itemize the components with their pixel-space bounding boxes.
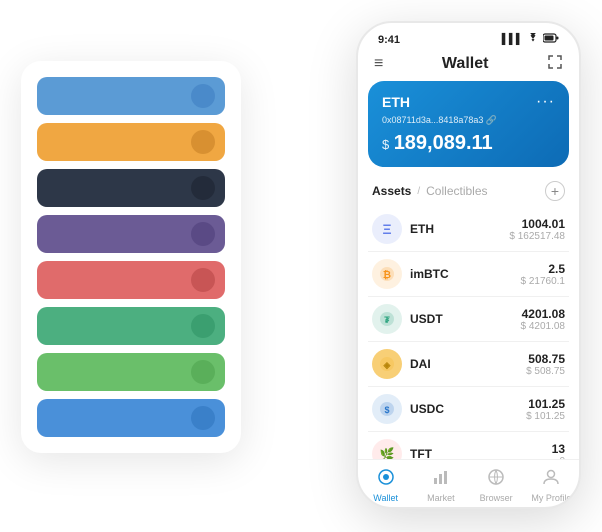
stack-card-6[interactable] xyxy=(37,307,225,345)
eth-card-options[interactable]: ··· xyxy=(536,93,555,111)
browser-nav-icon xyxy=(487,468,505,491)
imbtc-symbol: imBTC xyxy=(410,267,521,281)
status-time: 9:41 xyxy=(378,34,400,46)
svg-text:$: $ xyxy=(384,405,389,415)
tab-separator: / xyxy=(417,186,420,197)
wifi-icon xyxy=(527,33,539,46)
card-dot-6 xyxy=(191,314,215,338)
browser-nav-label: Browser xyxy=(480,493,513,503)
dai-icon: ◈ xyxy=(372,349,402,379)
stack-card-7[interactable] xyxy=(37,353,225,391)
add-icon: + xyxy=(551,183,559,199)
wallet-nav-label: Wallet xyxy=(373,493,398,503)
eth-values: 1004.01 $ 162517.48 xyxy=(509,217,565,242)
eth-balance-prefix: $ xyxy=(382,137,389,152)
asset-row-eth[interactable]: Ξ ETH 1004.01 $ 162517.48 xyxy=(368,207,569,252)
bottom-nav: Wallet Market xyxy=(358,459,579,507)
hamburger-icon[interactable]: ≡ xyxy=(374,55,383,73)
usdc-amount: 101.25 xyxy=(526,397,565,411)
usdt-icon: ₮ xyxy=(372,304,402,334)
status-bar: 9:41 ▌▌▌ xyxy=(358,23,579,50)
asset-row-tft[interactable]: 🌿 TFT 13 0 xyxy=(368,432,569,459)
imbtc-usd: $ 21760.1 xyxy=(521,276,566,287)
usdc-usd: $ 101.25 xyxy=(526,411,565,422)
eth-card[interactable]: ETH ··· 0x08711d3a...8418a78a3 🔗 $ 189,0… xyxy=(368,81,569,167)
card-dot-5 xyxy=(191,268,215,292)
stack-card-5[interactable] xyxy=(37,261,225,299)
eth-icon: Ξ xyxy=(372,214,402,244)
card-dot-3 xyxy=(191,176,215,200)
tft-amount: 13 xyxy=(552,442,565,456)
stack-card-2[interactable] xyxy=(37,123,225,161)
usdt-values: 4201.08 $ 4201.08 xyxy=(521,307,566,332)
usdc-values: 101.25 $ 101.25 xyxy=(526,397,565,422)
assets-tabs: Assets / Collectibles xyxy=(372,184,488,198)
usdt-amount: 4201.08 xyxy=(521,307,566,321)
eth-balance-amount: 189,089.11 xyxy=(394,132,493,154)
stack-card-8[interactable] xyxy=(37,399,225,437)
svg-text:₮: ₮ xyxy=(384,315,390,325)
asset-row-usdt[interactable]: ₮ USDT 4201.08 $ 4201.08 xyxy=(368,297,569,342)
market-nav-icon xyxy=(432,468,450,491)
tft-icon: 🌿 xyxy=(372,439,402,459)
tft-values: 13 0 xyxy=(552,442,565,460)
nav-profile[interactable]: My Profile xyxy=(524,468,579,503)
signal-icon: ▌▌▌ xyxy=(502,34,523,45)
card-dot-2 xyxy=(191,130,215,154)
usdc-icon: $ xyxy=(372,394,402,424)
profile-nav-icon xyxy=(542,468,560,491)
card-dot-1 xyxy=(191,84,215,108)
usdc-symbol: USDC xyxy=(410,402,526,416)
expand-icon[interactable] xyxy=(547,54,563,73)
card-stack xyxy=(21,61,241,453)
status-icons: ▌▌▌ xyxy=(502,33,559,46)
eth-balance: $ 189,089.11 xyxy=(382,132,555,155)
asset-list: Ξ ETH 1004.01 $ 162517.48 ₿ imBTC 2.5 xyxy=(358,207,579,459)
eth-usd: $ 162517.48 xyxy=(509,231,565,242)
dai-values: 508.75 $ 508.75 xyxy=(526,352,565,377)
asset-row-imbtc[interactable]: ₿ imBTC 2.5 $ 21760.1 xyxy=(368,252,569,297)
eth-address: 0x08711d3a...8418a78a3 🔗 xyxy=(382,115,555,126)
tab-collectibles[interactable]: Collectibles xyxy=(426,184,487,198)
svg-text:₿: ₿ xyxy=(383,269,391,281)
card-dot-8 xyxy=(191,406,215,430)
battery-icon xyxy=(543,33,559,46)
svg-text:◈: ◈ xyxy=(383,360,392,370)
asset-row-dai[interactable]: ◈ DAI 508.75 $ 508.75 xyxy=(368,342,569,387)
scene: 9:41 ▌▌▌ xyxy=(21,21,581,511)
card-dot-4 xyxy=(191,222,215,246)
add-asset-button[interactable]: + xyxy=(545,181,565,201)
imbtc-amount: 2.5 xyxy=(521,262,566,276)
eth-amount: 1004.01 xyxy=(509,217,565,231)
asset-row-usdc[interactable]: $ USDC 101.25 $ 101.25 xyxy=(368,387,569,432)
wallet-nav-icon xyxy=(377,468,395,491)
eth-symbol: ETH xyxy=(410,222,509,236)
dai-symbol: DAI xyxy=(410,357,526,371)
assets-header: Assets / Collectibles + xyxy=(358,177,579,207)
nav-browser[interactable]: Browser xyxy=(469,468,524,503)
imbtc-icon: ₿ xyxy=(372,259,402,289)
tab-assets[interactable]: Assets xyxy=(372,184,411,198)
card-dot-7 xyxy=(191,360,215,384)
phone: 9:41 ▌▌▌ xyxy=(356,21,581,509)
dai-amount: 508.75 xyxy=(526,352,565,366)
nav-market[interactable]: Market xyxy=(413,468,468,503)
stack-card-1[interactable] xyxy=(37,77,225,115)
eth-card-header: ETH ··· xyxy=(382,93,555,111)
stack-card-4[interactable] xyxy=(37,215,225,253)
imbtc-values: 2.5 $ 21760.1 xyxy=(521,262,566,287)
usdt-symbol: USDT xyxy=(410,312,521,326)
profile-nav-label: My Profile xyxy=(531,493,571,503)
tft-symbol: TFT xyxy=(410,447,552,459)
stack-card-3[interactable] xyxy=(37,169,225,207)
phone-header: ≡ Wallet xyxy=(358,50,579,81)
market-nav-label: Market xyxy=(427,493,455,503)
dai-usd: $ 508.75 xyxy=(526,366,565,377)
eth-card-label: ETH xyxy=(382,94,410,110)
page-title: Wallet xyxy=(442,55,489,73)
nav-wallet[interactable]: Wallet xyxy=(358,468,413,503)
usdt-usd: $ 4201.08 xyxy=(521,321,566,332)
